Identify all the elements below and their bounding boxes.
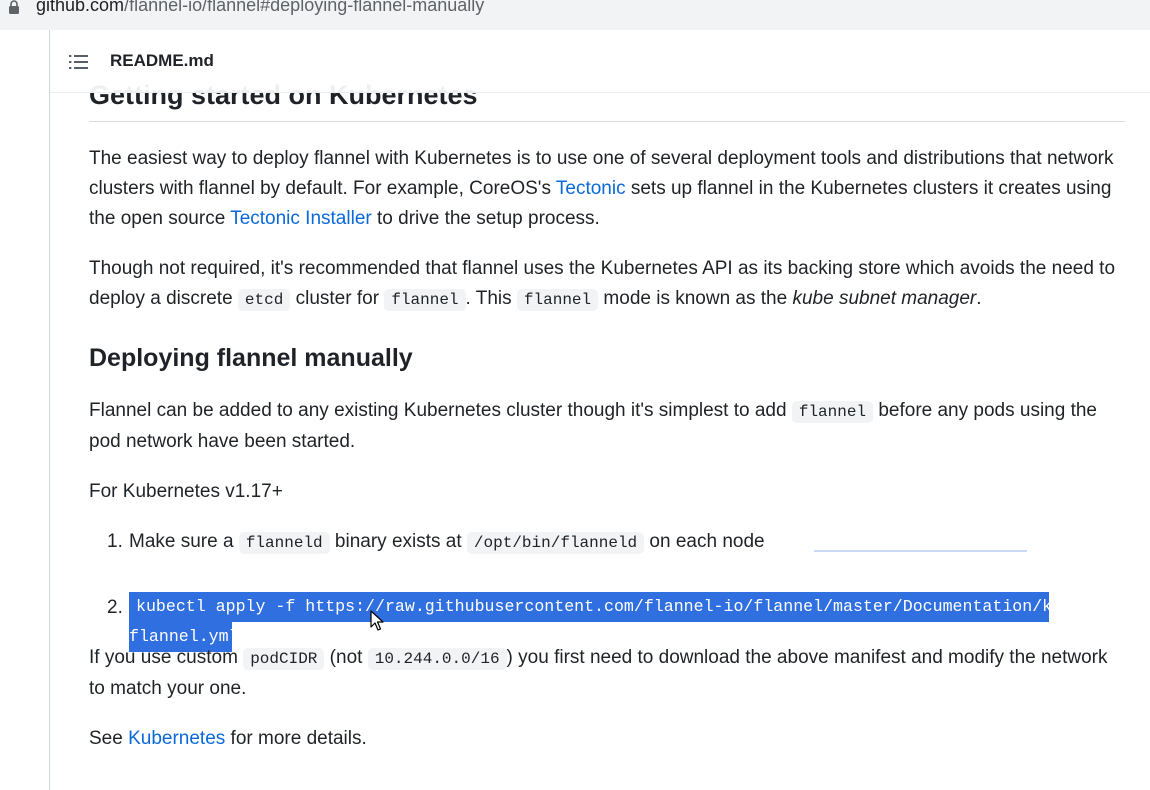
list-item: 1. Make sure a flanneld binary exists at… — [89, 527, 1129, 557]
code-flanneld: flanneld — [238, 532, 330, 554]
steps-list: 1. Make sure a flanneld binary exists at… — [89, 527, 1129, 652]
code-flannel: flannel — [516, 289, 599, 311]
readme-sticky-header: README.md — [50, 30, 1150, 93]
code-cidr-value: 10.244.0.0/16 — [367, 648, 507, 670]
lock-icon[interactable] — [8, 0, 20, 14]
url-text[interactable]: github.com/flannel-io/flannel#deploying-… — [36, 0, 484, 16]
text: mode is known as the — [598, 288, 793, 309]
paragraph-see-kubernetes: See Kubernetes for more details. — [89, 724, 1119, 754]
list-item: 2. kubectl apply -f https://raw.githubus… — [89, 557, 1129, 652]
code-flannel: flannel — [791, 401, 874, 423]
text: If you use custom — [89, 647, 244, 668]
selected-command-line-1[interactable]: kubectl apply -f https://raw.githubuserc… — [129, 592, 1092, 622]
text: binary exists at — [329, 531, 467, 552]
text: Make sure a — [129, 531, 239, 552]
text: (not — [324, 647, 368, 668]
link-tectonic-installer[interactable]: Tectonic Installer — [230, 208, 372, 229]
text: Flannel can be added to any existing Kub… — [89, 400, 792, 421]
code-etcd: etcd — [237, 289, 291, 311]
link-tectonic[interactable]: Tectonic — [556, 178, 626, 199]
selection-highlight-edge — [814, 550, 1027, 552]
readme-file-name: README.md — [110, 51, 214, 70]
text: for more details. — [225, 728, 367, 749]
code-flannel: flannel — [384, 289, 466, 311]
list-unordered-icon[interactable] — [69, 54, 89, 70]
text: . — [976, 288, 982, 309]
step-text: Make sure a flanneld binary exists at /o… — [129, 527, 765, 558]
text: cluster for — [290, 288, 385, 309]
paragraph-not-required: Though not required, it's recommended th… — [89, 254, 1119, 315]
paragraph-easiest-way: The easiest way to deploy flannel with K… — [89, 144, 1119, 234]
paragraph-kubernetes-version: For Kubernetes v1.17+ — [89, 481, 283, 502]
link-kubernetes[interactable]: Kubernetes — [128, 728, 225, 749]
text: on each node — [644, 531, 765, 552]
list-number: 2. — [107, 597, 123, 618]
url-path: /flannel-io/flannel#deploying-flannel-ma… — [124, 0, 485, 15]
code-podcidr: podCIDR — [243, 648, 325, 670]
text: . This — [465, 288, 517, 309]
code-flanneld-path: /opt/bin/flanneld — [466, 532, 645, 554]
url-host: github.com — [36, 0, 125, 15]
address-bar[interactable]: github.com/flannel-io/flannel#deploying-… — [0, 0, 1150, 30]
heading-deploying-flannel-manually: Deploying flannel manually — [89, 344, 413, 372]
heading-divider — [89, 121, 1125, 122]
paragraph-flannel-can-be-added: Flannel can be added to any existing Kub… — [89, 396, 1119, 457]
mouse-pointer-icon — [370, 610, 384, 631]
text: to drive the setup process. — [371, 208, 600, 229]
emphasis-kube-subnet-manager: kube subnet manager — [792, 288, 977, 309]
paragraph-custom-podcidr: If you use custom podCIDR (not 10.244.0.… — [89, 643, 1119, 704]
text: See — [89, 728, 129, 749]
list-number: 1. — [107, 531, 123, 552]
